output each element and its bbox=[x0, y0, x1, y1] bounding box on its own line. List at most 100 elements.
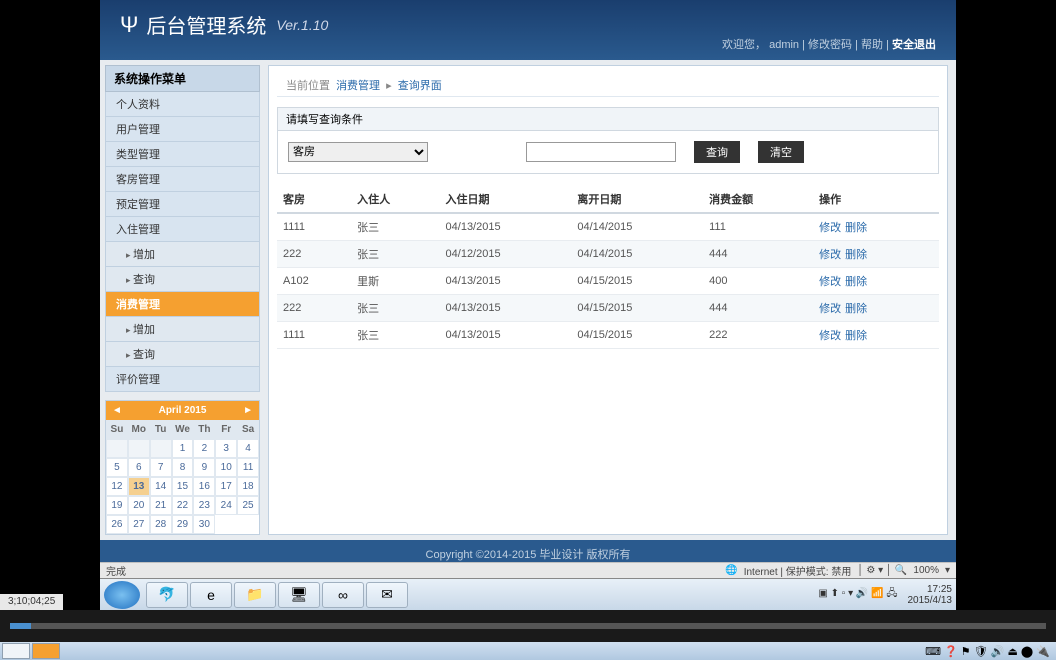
cal-day[interactable]: 28 bbox=[150, 515, 172, 534]
cal-day[interactable]: 5 bbox=[106, 458, 128, 477]
cal-day[interactable]: 1 bbox=[172, 439, 194, 458]
delete-link[interactable]: 删除 bbox=[845, 330, 867, 342]
taskbar-app-4[interactable]: 🖥 bbox=[278, 582, 320, 608]
cal-day[interactable]: 12 bbox=[106, 477, 128, 496]
cal-prev-icon[interactable]: ◄ bbox=[112, 405, 122, 416]
cal-day[interactable]: 6 bbox=[128, 458, 150, 477]
cal-day[interactable]: 14 bbox=[150, 477, 172, 496]
start-button[interactable] bbox=[104, 581, 140, 609]
cal-day[interactable]: 23 bbox=[193, 496, 215, 515]
breadcrumb-l1[interactable]: 消费管理 bbox=[336, 80, 380, 92]
sidebar-item[interactable]: 用户管理 bbox=[105, 117, 260, 142]
video-timestamp: 3;10;04;25 bbox=[0, 594, 63, 610]
host-app-2[interactable] bbox=[32, 643, 60, 659]
cal-day[interactable]: 15 bbox=[172, 477, 194, 496]
table-cell: 222 bbox=[277, 241, 351, 268]
cal-day[interactable]: 11 bbox=[237, 458, 259, 477]
table-cell: 04/15/2015 bbox=[571, 268, 703, 295]
cal-day[interactable]: 13 bbox=[128, 477, 150, 496]
cal-day[interactable]: 7 bbox=[150, 458, 172, 477]
sidebar-item[interactable]: 入住管理 bbox=[105, 217, 260, 242]
host-app-1[interactable] bbox=[2, 643, 30, 659]
sidebar-item[interactable]: 类型管理 bbox=[105, 142, 260, 167]
sidebar-item[interactable]: 客房管理 bbox=[105, 167, 260, 192]
delete-link[interactable]: 删除 bbox=[845, 276, 867, 288]
table-actions: 修改删除 bbox=[813, 268, 939, 295]
delete-link[interactable]: 删除 bbox=[845, 303, 867, 315]
table-row: 222张三04/13/201504/15/2015444修改删除 bbox=[277, 295, 939, 322]
cal-day[interactable]: 18 bbox=[237, 477, 259, 496]
cal-day[interactable]: 17 bbox=[215, 477, 237, 496]
username-link[interactable]: admin bbox=[769, 39, 799, 51]
host-tray-icons[interactable]: ⌨ ❓ ⚑ 🛡 🔊 ⏏ ⬤ 🔌 bbox=[925, 645, 1050, 658]
cal-day[interactable]: 29 bbox=[172, 515, 194, 534]
table-row: A102里斯04/13/201504/15/2015400修改删除 bbox=[277, 268, 939, 295]
table-cell: 1111 bbox=[277, 213, 351, 241]
taskbar-explorer[interactable]: 📁 bbox=[234, 582, 276, 608]
cal-day[interactable]: 16 bbox=[193, 477, 215, 496]
table-cell: 444 bbox=[703, 241, 813, 268]
cal-day[interactable]: 19 bbox=[106, 496, 128, 515]
edit-link[interactable]: 修改 bbox=[819, 276, 841, 288]
host-taskbar: ⌨ ❓ ⚑ 🛡 🔊 ⏏ ⬤ 🔌 bbox=[0, 642, 1056, 660]
cal-day[interactable]: 10 bbox=[215, 458, 237, 477]
cal-day[interactable]: 26 bbox=[106, 515, 128, 534]
taskbar-app-6[interactable]: ✉ bbox=[366, 582, 408, 608]
table-actions: 修改删除 bbox=[813, 213, 939, 241]
cal-title: April 2015 bbox=[159, 405, 207, 416]
taskbar-app-1[interactable]: 🐬 bbox=[146, 582, 188, 608]
tray-clock[interactable]: 17:25 2015/4/13 bbox=[908, 584, 953, 606]
table-actions: 修改删除 bbox=[813, 295, 939, 322]
cal-day[interactable]: 8 bbox=[172, 458, 194, 477]
logout-link[interactable]: 安全退出 bbox=[892, 39, 936, 51]
edit-link[interactable]: 修改 bbox=[819, 303, 841, 315]
edit-link[interactable]: 修改 bbox=[819, 222, 841, 234]
app-title: 后台管理系统 bbox=[146, 10, 266, 39]
delete-link[interactable]: 删除 bbox=[845, 222, 867, 234]
cal-day[interactable]: 2 bbox=[193, 439, 215, 458]
table-header: 离开日期 bbox=[571, 186, 703, 213]
cal-day[interactable]: 9 bbox=[193, 458, 215, 477]
sidebar-item[interactable]: 个人资料 bbox=[105, 92, 260, 117]
cal-day[interactable]: 25 bbox=[237, 496, 259, 515]
tray-icons[interactable]: ▣ ⬆ ▫ ▾ 🔊 📶 🖧 bbox=[818, 586, 897, 603]
sidebar-subitem[interactable]: 增加 bbox=[105, 317, 260, 342]
breadcrumb-l2[interactable]: 查询界面 bbox=[398, 80, 442, 92]
clear-button[interactable]: 清空 bbox=[758, 141, 804, 163]
edit-link[interactable]: 修改 bbox=[819, 330, 841, 342]
cal-day[interactable]: 20 bbox=[128, 496, 150, 515]
taskbar-app-5[interactable]: ∞ bbox=[322, 582, 364, 608]
cal-next-icon[interactable]: ► bbox=[243, 405, 253, 416]
table-cell: 222 bbox=[703, 322, 813, 349]
sidebar-title: 系统操作菜单 bbox=[105, 65, 260, 92]
table-cell: 04/15/2015 bbox=[571, 322, 703, 349]
sidebar-item[interactable]: 评价管理 bbox=[105, 367, 260, 392]
table-cell: 张三 bbox=[351, 295, 439, 322]
query-button[interactable]: 查询 bbox=[694, 141, 740, 163]
change-password-link[interactable]: 修改密码 bbox=[808, 39, 852, 51]
cal-day[interactable]: 27 bbox=[128, 515, 150, 534]
table-cell: 04/15/2015 bbox=[571, 295, 703, 322]
help-link[interactable]: 帮助 bbox=[861, 39, 883, 51]
sidebar-item[interactable]: 预定管理 bbox=[105, 192, 260, 217]
cal-day[interactable]: 4 bbox=[237, 439, 259, 458]
cal-day[interactable]: 24 bbox=[215, 496, 237, 515]
video-seek-slider[interactable] bbox=[10, 623, 1046, 629]
search-input[interactable] bbox=[526, 142, 676, 162]
taskbar-ie[interactable]: e bbox=[190, 582, 232, 608]
edit-link[interactable]: 修改 bbox=[819, 249, 841, 261]
cal-day[interactable]: 21 bbox=[150, 496, 172, 515]
table-cell: 张三 bbox=[351, 322, 439, 349]
sidebar-item[interactable]: 消费管理 bbox=[105, 292, 260, 317]
sidebar-subitem[interactable]: 增加 bbox=[105, 242, 260, 267]
cal-day[interactable]: 3 bbox=[215, 439, 237, 458]
sidebar-subitem[interactable]: 查询 bbox=[105, 342, 260, 367]
video-controls: 3;10;04;25 bbox=[0, 610, 1056, 642]
cal-day[interactable]: 30 bbox=[193, 515, 215, 534]
zoom-dropdown-icon[interactable]: ▾ bbox=[945, 565, 950, 576]
cal-dow: We bbox=[172, 420, 194, 439]
delete-link[interactable]: 删除 bbox=[845, 249, 867, 261]
search-field-select[interactable]: 客房 bbox=[288, 142, 428, 162]
sidebar-subitem[interactable]: 查询 bbox=[105, 267, 260, 292]
cal-day[interactable]: 22 bbox=[172, 496, 194, 515]
